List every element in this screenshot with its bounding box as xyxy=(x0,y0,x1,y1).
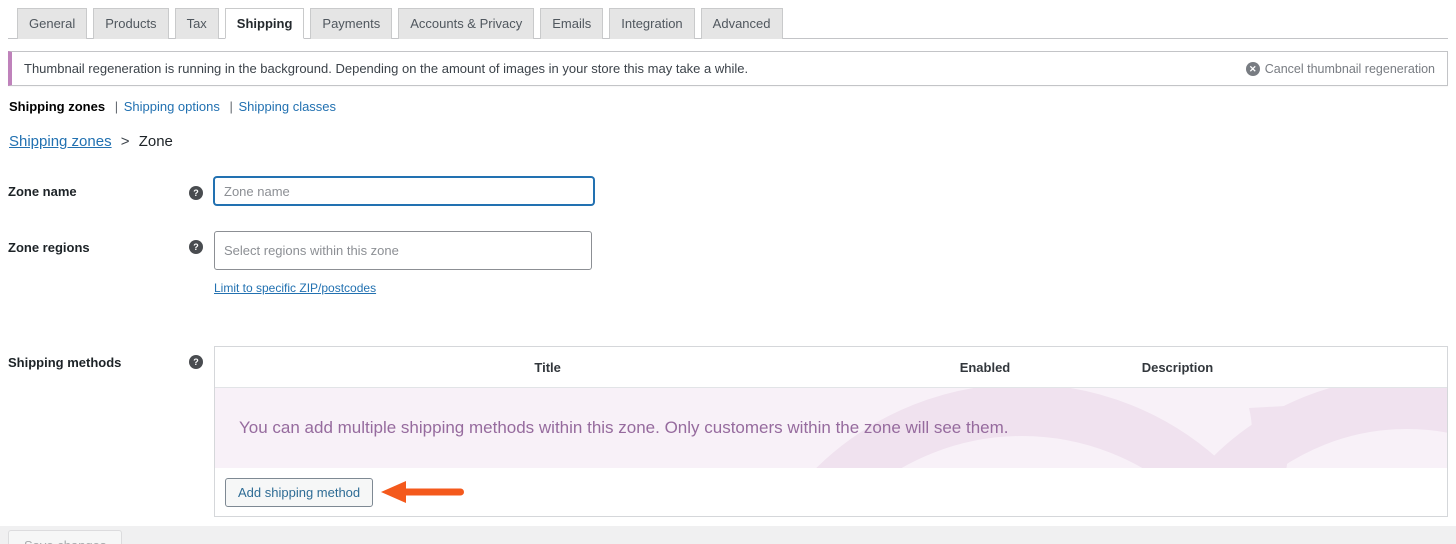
subnav-item-shipping-options[interactable]: Shipping options xyxy=(124,99,220,114)
shipping-methods-footer: Add shipping method xyxy=(215,468,1447,516)
tab-products[interactable]: Products xyxy=(93,8,168,39)
tab-payments[interactable]: Payments xyxy=(310,8,392,39)
column-header-description: Description xyxy=(1090,360,1447,375)
cancel-thumbnail-regeneration-link[interactable]: ✕ Cancel thumbnail regeneration xyxy=(1246,62,1435,76)
tab-emails[interactable]: Emails xyxy=(540,8,603,39)
dismiss-icon: ✕ xyxy=(1246,62,1260,76)
breadcrumb-current-zone: Zone xyxy=(139,133,173,150)
tab-advanced[interactable]: Advanced xyxy=(701,8,783,39)
help-icon[interactable]: ? xyxy=(189,355,203,369)
shipping-subnav: Shipping zones | Shipping options | Ship… xyxy=(9,99,1448,114)
shipping-methods-row: Shipping methods ? Title Enabled Descrip… xyxy=(8,346,1448,517)
settings-page: General Products Tax Shipping Payments A… xyxy=(0,0,1456,526)
subnav-separator: | xyxy=(229,99,232,114)
annotation-arrow-icon xyxy=(378,479,466,505)
zone-name-input[interactable] xyxy=(214,177,594,205)
breadcrumb: Shipping zones > Zone xyxy=(9,133,1448,150)
shipping-methods-empty-message: You can add multiple shipping methods wi… xyxy=(215,418,1009,438)
settings-tabbar: General Products Tax Shipping Payments A… xyxy=(8,0,1448,39)
zone-regions-row: Zone regions ? Limit to specific ZIP/pos… xyxy=(8,231,1448,297)
column-header-enabled: Enabled xyxy=(880,360,1089,375)
notice-message: Thumbnail regeneration is running in the… xyxy=(24,61,748,76)
subnav-item-shipping-zones[interactable]: Shipping zones xyxy=(9,99,105,114)
limit-zip-postcodes-link[interactable]: Limit to specific ZIP/postcodes xyxy=(214,281,376,295)
add-shipping-method-button[interactable]: Add shipping method xyxy=(225,478,373,507)
thumbnail-regeneration-notice: Thumbnail regeneration is running in the… xyxy=(8,51,1448,86)
tab-tax[interactable]: Tax xyxy=(175,8,219,39)
zone-name-label: Zone name xyxy=(8,177,189,199)
save-changes-button[interactable]: Save changes xyxy=(8,530,122,544)
column-header-title: Title xyxy=(215,360,880,375)
shipping-methods-label: Shipping methods xyxy=(8,346,189,370)
shipping-methods-empty-row: You can add multiple shipping methods wi… xyxy=(215,388,1447,468)
tab-shipping[interactable]: Shipping xyxy=(225,8,305,39)
cancel-thumbnail-regeneration-label: Cancel thumbnail regeneration xyxy=(1265,62,1435,76)
help-icon[interactable]: ? xyxy=(189,240,203,254)
zone-name-row: Zone name ? xyxy=(8,177,1448,205)
zone-regions-input[interactable] xyxy=(214,231,592,270)
shipping-methods-table-header: Title Enabled Description xyxy=(215,347,1447,388)
breadcrumb-shipping-zones-link[interactable]: Shipping zones xyxy=(9,133,112,150)
help-icon[interactable]: ? xyxy=(189,186,203,200)
subnav-separator: | xyxy=(115,99,118,114)
breadcrumb-separator: > xyxy=(121,133,130,150)
page-background-strip xyxy=(0,526,1456,544)
tab-integration[interactable]: Integration xyxy=(609,8,694,39)
tab-accounts-privacy[interactable]: Accounts & Privacy xyxy=(398,8,534,39)
subnav-item-shipping-classes[interactable]: Shipping classes xyxy=(238,99,336,114)
tab-general[interactable]: General xyxy=(17,8,87,39)
zone-regions-label: Zone regions xyxy=(8,231,189,255)
shipping-methods-table: Title Enabled Description You can add mu… xyxy=(214,346,1448,517)
